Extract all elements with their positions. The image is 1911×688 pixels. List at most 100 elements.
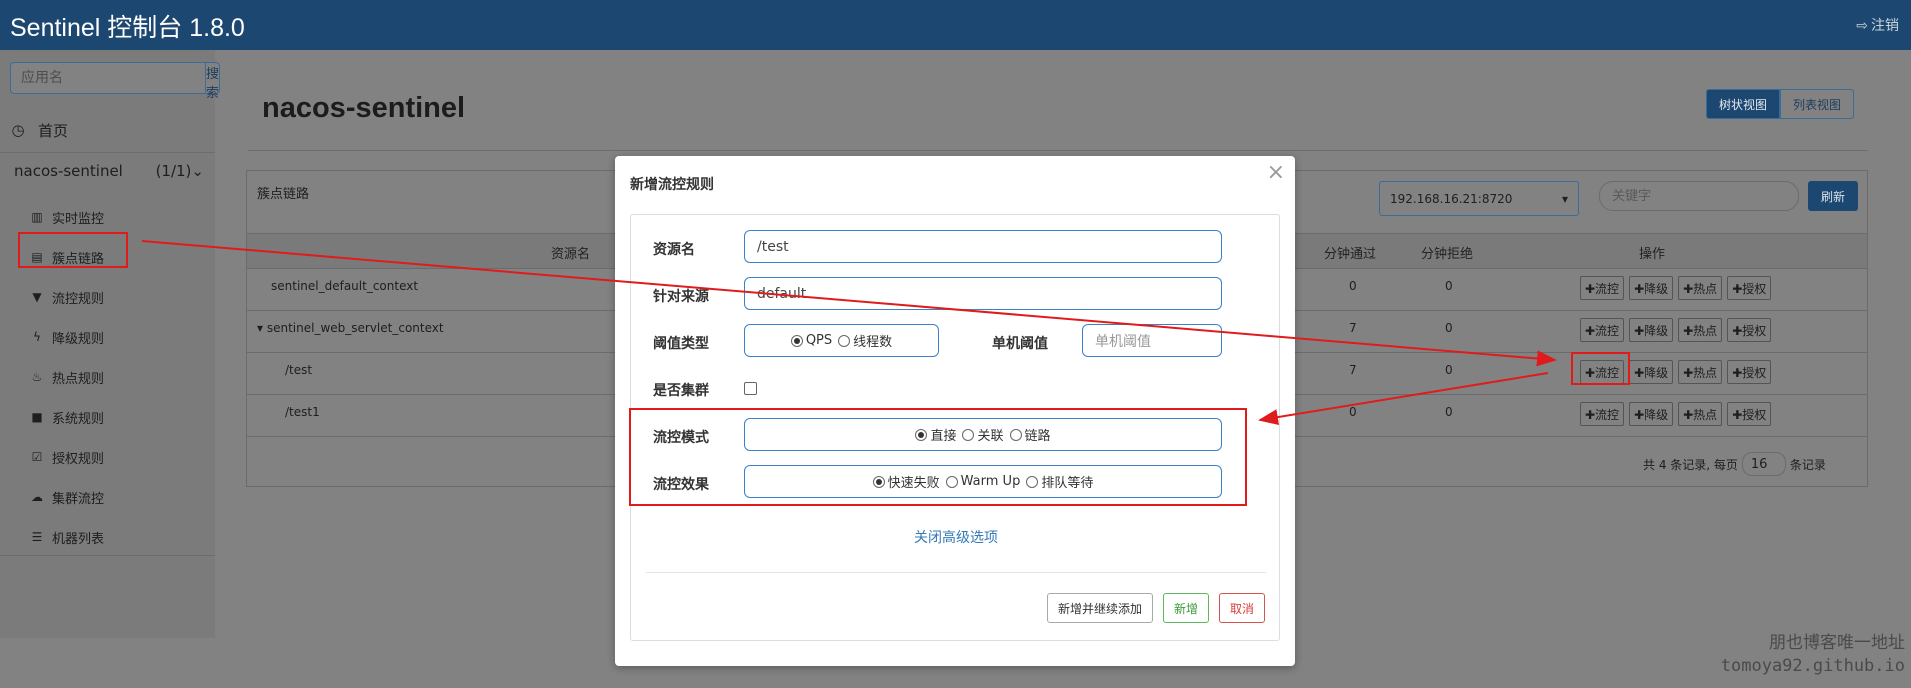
sidebar-divider <box>0 555 215 556</box>
sidebar-item-label: 实时监控 <box>52 211 105 227</box>
annotation-box-flow-button <box>1571 352 1630 385</box>
tree-view-button[interactable]: 树状视图 <box>1706 89 1781 119</box>
view-toggle: 树状视图 列表视图 <box>1706 89 1855 119</box>
app-search-input[interactable] <box>10 62 205 94</box>
caret-down-icon: ▾ <box>1561 191 1568 206</box>
add-authority-button[interactable]: ✚授权 <box>1727 276 1772 300</box>
machine-select[interactable]: 192.168.16.21:8720 ▾ <box>1379 181 1579 216</box>
pass-qps: 7 <box>1349 363 1357 377</box>
annotation-box-sidebar <box>18 232 128 268</box>
sidebar-item-metric[interactable]: ▥ 实时监控 <box>30 197 104 237</box>
add-button[interactable]: 新增 <box>1162 593 1209 623</box>
column-header-ops: 操作 <box>1639 247 1666 262</box>
add-degrade-button[interactable]: ✚降级 <box>1629 318 1674 342</box>
filter-icon: ▼ <box>32 290 42 304</box>
radio-label: 线程数 <box>853 335 893 350</box>
add-paramflow-button[interactable]: ✚热点 <box>1678 360 1723 384</box>
row-actions: ✚流控 ✚降级 ✚热点 ✚授权 <box>1580 318 1772 342</box>
sidebar-item-label: 集群流控 <box>52 491 105 507</box>
page-title: nacos-sentinel <box>262 92 466 124</box>
add-paramflow-button[interactable]: ✚热点 <box>1678 318 1723 342</box>
cancel-button[interactable]: 取消 <box>1218 593 1265 623</box>
add-paramflow-button[interactable]: ✚热点 <box>1678 402 1723 426</box>
nav-home[interactable]: ◷ 首页 <box>10 118 205 142</box>
pass-qps: 0 <box>1349 279 1357 293</box>
dialog-title: 新增流控规则 <box>630 177 714 193</box>
sidebar-item-degrade[interactable]: ϟ 降级规则 <box>30 317 104 357</box>
fire-icon: ♨ <box>31 370 43 384</box>
pagination: 共 4 条记录, 每页 16 条记录 <box>1643 452 1826 476</box>
count-input[interactable]: 单机阈值 <box>1082 324 1222 357</box>
resource-input[interactable]: /test <box>744 230 1222 263</box>
pass-qps: 0 <box>1349 405 1357 419</box>
watermark-line1: 朋也博客唯一地址 <box>1769 633 1905 653</box>
pager-suffix: 条记录 <box>1789 457 1826 472</box>
grade-qps-radio[interactable]: QPS <box>790 333 832 348</box>
search-button[interactable]: 搜索 <box>205 62 221 101</box>
column-header-block: 分钟拒绝 <box>1421 247 1474 262</box>
lock-icon: ■ <box>31 410 43 424</box>
pager-prefix: 共 4 条记录, 每页 <box>1643 457 1738 472</box>
resource-name[interactable]: ▾ sentinel_web_servlet_context <box>257 321 444 335</box>
sidebar-item-paramflow[interactable]: ♨ 热点规则 <box>30 357 104 397</box>
app-title[interactable]: Sentinel 控制台 1.8.0 <box>10 8 245 44</box>
sidebar: 搜索 ◷首页 nacos-sentinel (1/1)⌄ ▥实时监控 ▤簇点链路… <box>0 50 221 638</box>
cluster-label: 是否集群 <box>653 383 709 399</box>
add-degrade-button[interactable]: ✚降级 <box>1629 360 1674 384</box>
logout-link[interactable]: ⇨ 注销 <box>1856 15 1899 35</box>
limit-app-input[interactable]: default <box>744 277 1222 310</box>
cluster-checkbox[interactable] <box>744 382 757 395</box>
sidebar-item-label: 流控规则 <box>52 291 105 307</box>
list-view-button[interactable]: 列表视图 <box>1780 89 1855 119</box>
add-flow-button[interactable]: ✚流控 <box>1580 318 1625 342</box>
resource-name: /test1 <box>285 405 320 419</box>
column-header-pass: 分钟通过 <box>1324 247 1377 262</box>
close-icon[interactable]: × <box>1267 162 1285 184</box>
sidebar-item-system[interactable]: ■ 系统规则 <box>30 397 104 437</box>
column-header-resource: 资源名 <box>551 247 591 262</box>
sign-out-icon: ⇨ <box>1856 18 1868 34</box>
add-authority-button[interactable]: ✚授权 <box>1727 402 1772 426</box>
sidebar-item-label: 降级规则 <box>52 331 105 347</box>
add-degrade-button[interactable]: ✚降级 <box>1629 276 1674 300</box>
sidebar-item-machines[interactable]: ☰ 机器列表 <box>30 517 104 557</box>
machine-select-value: 192.168.16.21:8720 <box>1390 191 1513 206</box>
row-actions: ✚流控 ✚降级 ✚热点 ✚授权 <box>1580 276 1772 300</box>
add-flow-button[interactable]: ✚流控 <box>1580 276 1625 300</box>
check-square-icon: ☑ <box>31 450 43 464</box>
title-divider <box>248 150 1868 151</box>
grade-radio-group: QPS 线程数 <box>744 324 939 357</box>
add-paramflow-button[interactable]: ✚热点 <box>1678 276 1723 300</box>
app-group-header[interactable]: nacos-sentinel (1/1)⌄ <box>14 162 204 180</box>
pass-qps: 7 <box>1349 321 1357 335</box>
cloud-icon: ☁ <box>31 490 43 504</box>
toggle-advanced-link[interactable]: 关闭高级选项 <box>631 527 1281 547</box>
sidebar-item-flow[interactable]: ▼ 流控规则 <box>30 277 104 317</box>
app-search: 搜索 <box>10 62 221 101</box>
grade-thread-radio[interactable]: 线程数 <box>838 331 892 350</box>
th-list-icon: ☰ <box>31 530 43 544</box>
watermark-line2: tomoya92.github.io <box>1720 656 1905 676</box>
dashboard-icon: ◷ <box>11 121 25 139</box>
block-qps: 0 <box>1445 363 1453 377</box>
grade-label: 阈值类型 <box>653 336 709 352</box>
logout-label: 注销 <box>1871 18 1899 34</box>
sidebar-item-cluster[interactable]: ☁ 集群流控 <box>30 477 104 517</box>
add-and-continue-button[interactable]: 新增并继续添加 <box>1046 593 1153 623</box>
sidebar-item-authority[interactable]: ☑ 授权规则 <box>30 437 104 477</box>
keyword-input[interactable] <box>1599 181 1799 211</box>
app-name: nacos-sentinel <box>14 162 123 180</box>
add-flow-button[interactable]: ✚流控 <box>1580 402 1625 426</box>
nav-home-label: 首页 <box>38 121 69 140</box>
page-size-input[interactable]: 16 <box>1741 452 1786 476</box>
block-qps: 0 <box>1445 279 1453 293</box>
panel-title: 簇点链路 <box>257 187 310 202</box>
watermark: 朋也博客唯一地址 tomoya92.github.io <box>1721 632 1905 678</box>
dialog-footer: 新增并继续添加 新增 取消 <box>1046 593 1265 623</box>
refresh-button[interactable]: 刷新 <box>1808 181 1858 211</box>
sidebar-item-label: 机器列表 <box>52 531 105 547</box>
limit-app-label: 针对来源 <box>653 289 709 305</box>
add-authority-button[interactable]: ✚授权 <box>1727 318 1772 342</box>
add-degrade-button[interactable]: ✚降级 <box>1629 402 1674 426</box>
add-authority-button[interactable]: ✚授权 <box>1727 360 1772 384</box>
